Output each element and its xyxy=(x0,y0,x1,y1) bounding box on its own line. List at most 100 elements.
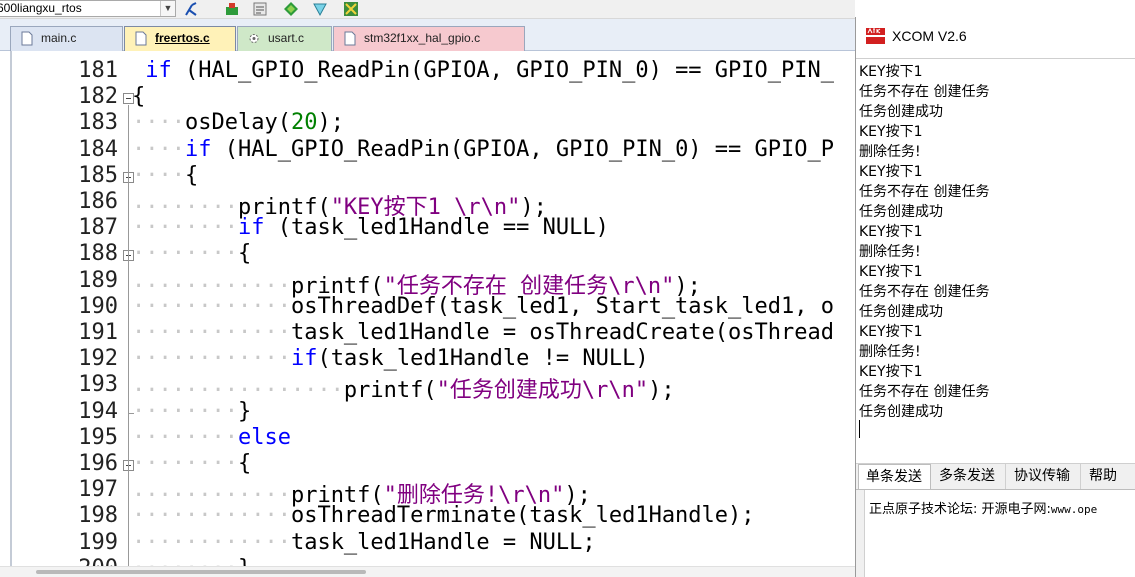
keyword-token: if xyxy=(237,215,265,241)
line-number: 184 xyxy=(78,136,118,162)
code-line[interactable]: ········} xyxy=(132,399,251,424)
panel-edge xyxy=(856,490,865,577)
received-line: KEY按下1 xyxy=(859,64,923,80)
line-number: 185 xyxy=(78,162,118,188)
code-line[interactable]: ············osThreadDef(task_led1, Start… xyxy=(132,294,834,319)
line-number: 188 xyxy=(78,241,118,267)
manage-project-icon[interactable] xyxy=(252,1,268,17)
horizontal-scrollbar[interactable] xyxy=(0,566,855,577)
line-number: 181 xyxy=(78,58,118,83)
select-device-icon[interactable] xyxy=(312,1,328,17)
whitespace-marker: ···· xyxy=(132,110,185,136)
whitespace-marker: ············ xyxy=(132,346,291,372)
target-options-icon[interactable] xyxy=(183,1,199,17)
forum-link[interactable]: www.ope xyxy=(1051,503,1097,516)
text-cursor xyxy=(859,420,860,438)
xcom-window: XCOM V2.6 KEY按下1 任务不存在 创建任务 任务创建成功 KEY按下1 删除… xyxy=(855,17,1135,577)
code-line[interactable]: ········{ xyxy=(132,451,251,476)
tab-label: main.c xyxy=(41,31,77,45)
send-panel: 正点原子技术论坛: 开源电子网:www.ope xyxy=(856,489,1135,577)
code-line[interactable]: ········else xyxy=(132,425,291,450)
receive-text-area[interactable]: KEY按下1 任务不存在 创建任务 任务创建成功 KEY按下1 删除任务! KEY按下1 任… xyxy=(856,58,1135,463)
tab-label: freertos.c xyxy=(155,31,210,45)
code-token: osDelay( xyxy=(184,110,291,136)
code-token: (HAL_GPIO_ReadPin(GPIOA, GPIO_PIN_0) == … xyxy=(211,136,835,162)
line-number: 192 xyxy=(78,346,118,372)
received-line: 删除任务! xyxy=(859,144,921,160)
atk-logo-icon xyxy=(865,27,886,45)
code-token: (HAL_GPIO_ReadPin(GPIOA, GPIO_PIN_0) == … xyxy=(171,58,835,83)
whitespace-marker: ········ xyxy=(132,398,238,424)
code-line[interactable]: ········if (task_led1Handle == NULL) xyxy=(132,215,609,240)
whitespace-marker: ········ xyxy=(132,451,238,476)
line-number: 182 xyxy=(78,84,118,110)
code-line[interactable]: ········{ xyxy=(132,241,251,266)
received-line: 任务创建成功 xyxy=(859,404,943,420)
received-line: 任务不存在 创建任务 xyxy=(859,384,990,400)
target-select[interactable]: 600liangxu_rtos ▼ xyxy=(0,0,176,17)
code-line[interactable]: { xyxy=(132,84,145,109)
keyword-token: else xyxy=(237,424,291,450)
tab-single-send[interactable]: 单条发送 xyxy=(858,464,931,490)
line-number: 189 xyxy=(78,267,118,293)
editor-tab-bar: main.c freertos.c usart.c stm32f1xx_hal_… xyxy=(0,19,855,51)
code-line[interactable]: ············task_led1Handle = osThreadCr… xyxy=(132,320,834,345)
tab-multi-send[interactable]: 多条发送 xyxy=(931,464,1006,490)
xcom-send-tabs: 单条发送 多条发送 协议传输 帮助 xyxy=(856,463,1135,490)
forum-label: 正点原子技术论坛: 开源电子网: xyxy=(869,502,1051,517)
code-line[interactable]: ············if(task_led1Handle != NULL) xyxy=(132,346,649,371)
line-number: 199 xyxy=(78,529,118,555)
run-time-env-icon[interactable] xyxy=(343,1,359,17)
whitespace-marker: ········ xyxy=(132,424,238,450)
code-token: osThreadDef(task_led1, Start_task_led1, … xyxy=(290,293,835,319)
received-line: 任务创建成功 xyxy=(859,204,943,220)
code-line[interactable]: ············task_led1Handle = NULL; xyxy=(132,530,596,555)
received-line: 任务创建成功 xyxy=(859,104,943,120)
received-line: 删除任务! xyxy=(859,244,921,260)
tab-protocol-transfer[interactable]: 协议传输 xyxy=(1006,464,1081,490)
scrollbar-thumb[interactable] xyxy=(36,570,366,574)
pack-installer-icon[interactable] xyxy=(283,1,299,17)
code-token: { xyxy=(237,241,252,267)
file-icon xyxy=(21,31,33,46)
keyword-token: if xyxy=(290,346,318,372)
file-icon xyxy=(344,31,356,46)
whitespace-marker: ············ xyxy=(132,320,291,345)
forum-info: 正点原子技术论坛: 开源电子网:www.ope xyxy=(869,498,1097,517)
load-icon[interactable] xyxy=(224,1,240,17)
tab-freertos-c[interactable]: freertos.c xyxy=(124,26,236,51)
line-number: 197 xyxy=(78,477,118,503)
received-line: 任务不存在 创建任务 xyxy=(859,84,990,100)
file-icon xyxy=(135,31,147,46)
code-token: { xyxy=(184,162,199,188)
received-line: 删除任务! xyxy=(859,344,921,360)
received-line: KEY按下1 xyxy=(859,164,923,180)
code-editor[interactable]: 181 182 183 184 185 186 187 188 189 190 191 192 193 1… xyxy=(0,51,855,577)
code-line[interactable]: ····if (HAL_GPIO_ReadPin(GPIOA, GPIO_PIN… xyxy=(132,137,834,162)
whitespace-marker: ···· xyxy=(132,136,185,162)
code-line[interactable]: if (HAL_GPIO_ReadPin(GPIOA, GPIO_PIN_0) … xyxy=(132,58,834,83)
code-line[interactable]: ············osThreadTerminate(task_led1H… xyxy=(132,503,755,528)
tab-main-c[interactable]: main.c xyxy=(10,26,123,51)
received-line: KEY按下1 xyxy=(859,364,923,380)
whitespace-marker: ············ xyxy=(132,503,291,529)
line-number: 191 xyxy=(78,320,118,345)
tab-help[interactable]: 帮助 xyxy=(1081,464,1135,490)
whitespace-marker xyxy=(132,58,145,83)
keyword-token: if xyxy=(145,58,172,83)
target-select-value: 600liangxu_rtos xyxy=(0,1,82,15)
received-line: KEY按下1 xyxy=(859,324,923,340)
code-token: task_led1Handle = osThreadCreate(osThrea… xyxy=(290,320,835,345)
tab-label: usart.c xyxy=(268,31,305,45)
code-token: (task_led1Handle != NULL) xyxy=(317,346,649,372)
chevron-down-icon[interactable]: ▼ xyxy=(160,1,175,16)
tab-stm32f1xx-hal-gpio-c[interactable]: stm32f1xx_hal_gpio.c xyxy=(333,26,525,51)
whitespace-marker: ············ xyxy=(132,529,291,555)
code-line[interactable]: ····osDelay(20); xyxy=(132,110,344,135)
line-number: 190 xyxy=(78,293,118,319)
tab-usart-c[interactable]: usart.c xyxy=(237,26,332,51)
code-token: ); xyxy=(317,110,344,136)
line-number: 195 xyxy=(78,424,118,450)
received-line: KEY按下1 xyxy=(859,124,923,140)
code-line[interactable]: ····{ xyxy=(132,163,198,188)
